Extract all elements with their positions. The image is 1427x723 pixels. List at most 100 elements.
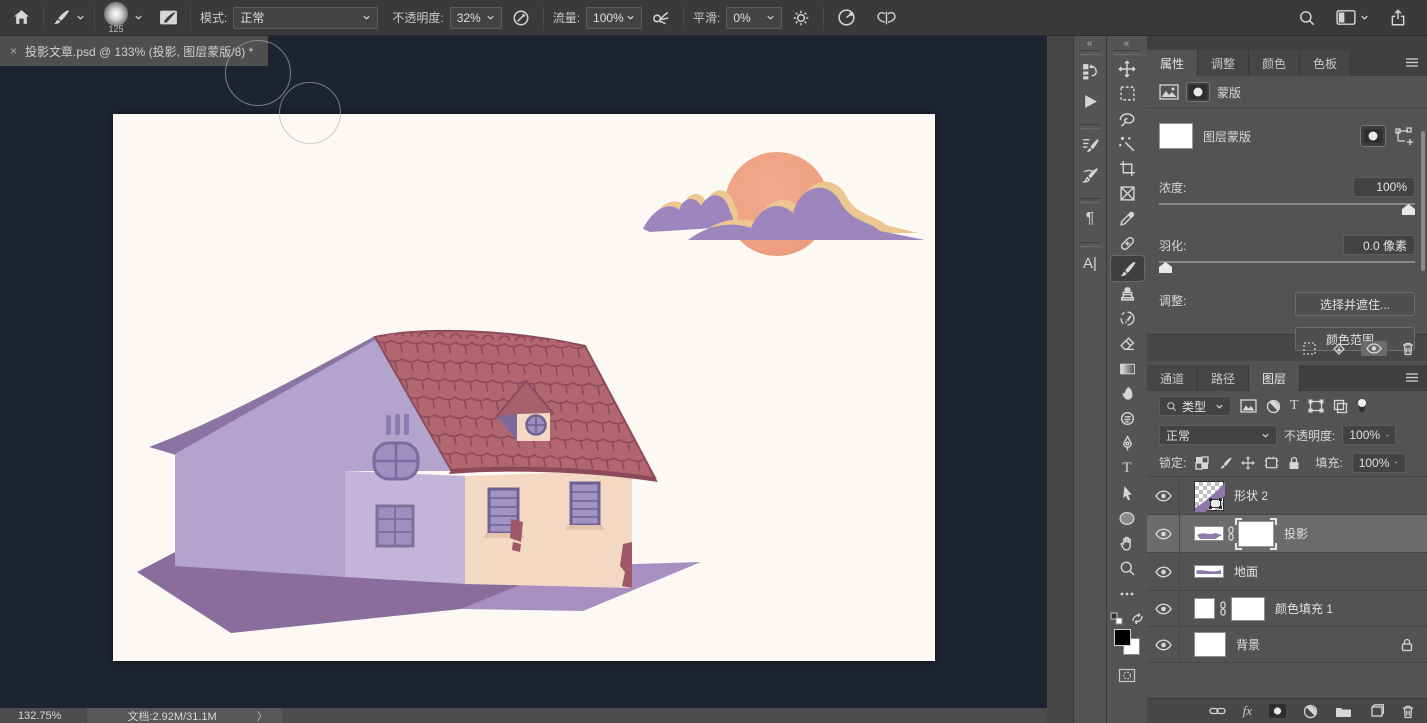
path-select-tool[interactable] <box>1111 481 1144 506</box>
home-button[interactable] <box>8 5 34 31</box>
delete-layer-icon[interactable] <box>1401 704 1415 719</box>
opacity-select[interactable]: 32% <box>450 7 502 29</box>
collapse-tools-button[interactable]: « <box>1107 36 1147 50</box>
eyedropper-tool[interactable] <box>1111 206 1144 231</box>
layer-visibility-eye-icon[interactable] <box>1147 591 1180 626</box>
dodge-tool[interactable] <box>1111 406 1144 431</box>
move-tool[interactable] <box>1111 56 1144 81</box>
select-and-mask-button[interactable]: 选择并遮住... <box>1295 292 1415 316</box>
airbrush-icon[interactable] <box>648 5 674 31</box>
hand-tool[interactable] <box>1111 531 1144 556</box>
layer-mask-thumbnail[interactable] <box>1231 597 1265 621</box>
zoom-tool[interactable] <box>1111 556 1144 581</box>
tab-paths[interactable]: 路径 <box>1198 365 1249 391</box>
mask-properties-icon[interactable] <box>1187 83 1209 101</box>
default-colors-icon[interactable] <box>1110 612 1123 625</box>
fill-layer-swatch[interactable] <box>1194 598 1215 619</box>
smoothing-select[interactable]: 0% <box>726 7 782 29</box>
layer-thumbnail[interactable] <box>1194 565 1224 578</box>
actions-panel-icon[interactable] <box>1074 86 1106 116</box>
frame-tool[interactable] <box>1111 181 1144 206</box>
vector-mask-button[interactable] <box>1395 126 1415 146</box>
layer-fill-select[interactable]: 100% <box>1352 453 1406 473</box>
density-slider[interactable] <box>1159 200 1415 214</box>
pressure-opacity-icon[interactable] <box>508 5 534 31</box>
collapse-panels-button[interactable]: « <box>1074 36 1106 50</box>
mask-link-icon[interactable] <box>1218 601 1228 616</box>
brush-settings-panel-toggle[interactable] <box>155 5 181 31</box>
status-chevron-icon[interactable]: 〉 <box>257 708 268 723</box>
workspace-switcher[interactable] <box>1336 9 1369 26</box>
filter-adjustment-icon[interactable] <box>1266 399 1281 414</box>
quick-mask-button[interactable] <box>1111 663 1144 688</box>
feather-field[interactable]: 0.0 像素 <box>1343 235 1415 255</box>
pressure-size-icon[interactable] <box>873 5 899 31</box>
magic-wand-tool[interactable] <box>1111 131 1144 156</box>
flow-select[interactable]: 100% <box>586 7 642 29</box>
layer-row[interactable]: 背景 <box>1147 627 1427 663</box>
foreground-color-swatch[interactable] <box>1114 629 1131 646</box>
tab-color[interactable]: 颜色 <box>1249 50 1300 76</box>
more-tools[interactable] <box>1111 581 1144 606</box>
healing-brush-tool[interactable] <box>1111 231 1144 256</box>
lock-artboard-icon[interactable] <box>1264 456 1279 470</box>
layer-thumbnail[interactable] <box>1194 526 1224 541</box>
layer-row[interactable]: 颜色填充 1 <box>1147 591 1427 627</box>
mask-link-icon[interactable] <box>1226 526 1236 541</box>
character-panel-icon[interactable]: A| <box>1074 248 1106 278</box>
lock-position-icon[interactable] <box>1241 456 1255 470</box>
pen-tool[interactable] <box>1111 431 1144 456</box>
filter-shape-icon[interactable] <box>1308 399 1324 413</box>
add-adjustment-layer-icon[interactable] <box>1303 704 1318 719</box>
layer-visibility-eye-icon[interactable] <box>1147 477 1180 514</box>
smoothing-options-gear-icon[interactable] <box>788 5 814 31</box>
brush-angle-icon[interactable] <box>833 5 859 31</box>
layer-opacity-select[interactable]: 100% <box>1342 425 1396 445</box>
tab-properties[interactable]: 属性 <box>1147 50 1198 76</box>
panel-menu-icon[interactable] <box>1405 372 1419 383</box>
tab-channels[interactable]: 通道 <box>1147 365 1198 391</box>
background-lock-icon[interactable] <box>1401 638 1413 652</box>
type-tool[interactable]: T <box>1111 456 1144 481</box>
layer-visibility-eye-icon[interactable] <box>1147 515 1180 552</box>
layer-mask-button[interactable] <box>1361 126 1385 146</box>
density-field[interactable]: 100% <box>1353 177 1415 197</box>
link-layers-icon[interactable] <box>1209 706 1226 716</box>
paragraph-panel-icon[interactable]: ¶ <box>1074 204 1106 234</box>
pixel-layer-icon[interactable] <box>1159 84 1179 100</box>
brush-tool-preset[interactable] <box>53 9 85 26</box>
layer-row-selected[interactable]: 投影 <box>1147 515 1427 553</box>
filter-toggle-switch[interactable] <box>1357 398 1367 414</box>
close-icon[interactable]: × <box>10 44 17 58</box>
new-layer-icon[interactable] <box>1369 704 1384 718</box>
eraser-tool[interactable] <box>1111 331 1144 356</box>
layer-mask-thumbnail[interactable] <box>1238 521 1274 547</box>
layer-effects-icon[interactable]: fx <box>1243 703 1252 719</box>
layer-visibility-eye-icon[interactable] <box>1147 553 1180 590</box>
crop-tool[interactable] <box>1111 156 1144 181</box>
brushes-panel-icon[interactable] <box>1074 160 1106 190</box>
layer-thumbnail[interactable] <box>1194 481 1224 511</box>
foreground-background-colors[interactable] <box>1114 629 1140 655</box>
layer-row[interactable]: 地面 <box>1147 553 1427 591</box>
tab-layers[interactable]: 图层 <box>1249 365 1300 391</box>
filter-smart-object-icon[interactable] <box>1333 399 1348 414</box>
smudge-tool[interactable] <box>1111 381 1144 406</box>
panel-scrollbar[interactable] <box>1421 131 1425 271</box>
artboard[interactable] <box>113 114 935 661</box>
apply-mask-icon[interactable] <box>1331 341 1347 356</box>
canvas[interactable] <box>0 66 1047 708</box>
layer-thumbnail[interactable] <box>1194 632 1226 657</box>
layer-filter-select[interactable]: 类型 <box>1159 396 1231 416</box>
brush-tool[interactable] <box>1111 256 1144 281</box>
lock-all-icon[interactable] <box>1288 456 1300 470</box>
panel-menu-icon[interactable] <box>1405 57 1419 68</box>
zoom-level[interactable]: 132.75% <box>18 710 61 722</box>
tab-swatches[interactable]: 色板 <box>1300 50 1351 76</box>
layer-blend-mode-select[interactable]: 正常 <box>1159 425 1277 445</box>
brush-preset-picker[interactable]: 125 <box>104 2 128 34</box>
layer-visibility-eye-icon[interactable] <box>1147 627 1180 662</box>
filter-pixel-icon[interactable] <box>1240 399 1257 413</box>
mask-selection-icon[interactable] <box>1302 341 1317 356</box>
brush-settings-panel-icon[interactable] <box>1074 130 1106 160</box>
